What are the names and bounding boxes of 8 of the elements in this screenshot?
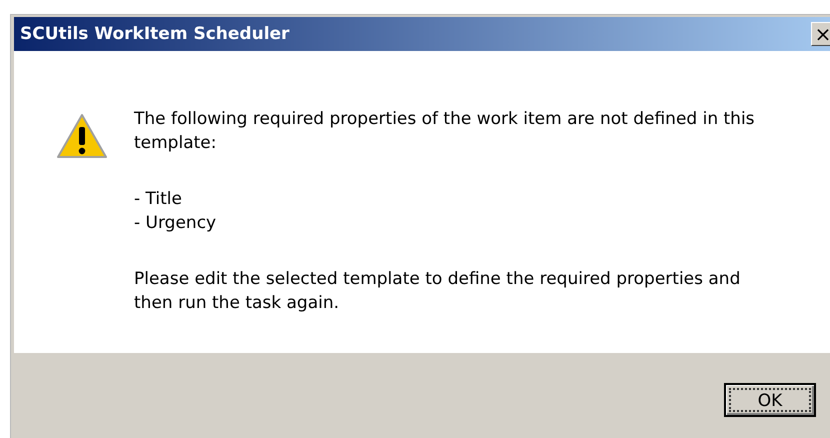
instruction-text: Please edit the selected template to define the required properties and then run the task again. [134, 268, 742, 315]
warning-icon [56, 113, 108, 159]
close-button[interactable]: × [811, 22, 830, 46]
property-item: - Title [134, 188, 183, 211]
window-title: SCUtils WorkItem Scheduler [20, 24, 290, 44]
ok-button[interactable]: OK [724, 383, 816, 417]
property-item: - Urgency [134, 212, 218, 235]
message-text: The following required properties of the work item are not defined in this template: [134, 108, 756, 155]
